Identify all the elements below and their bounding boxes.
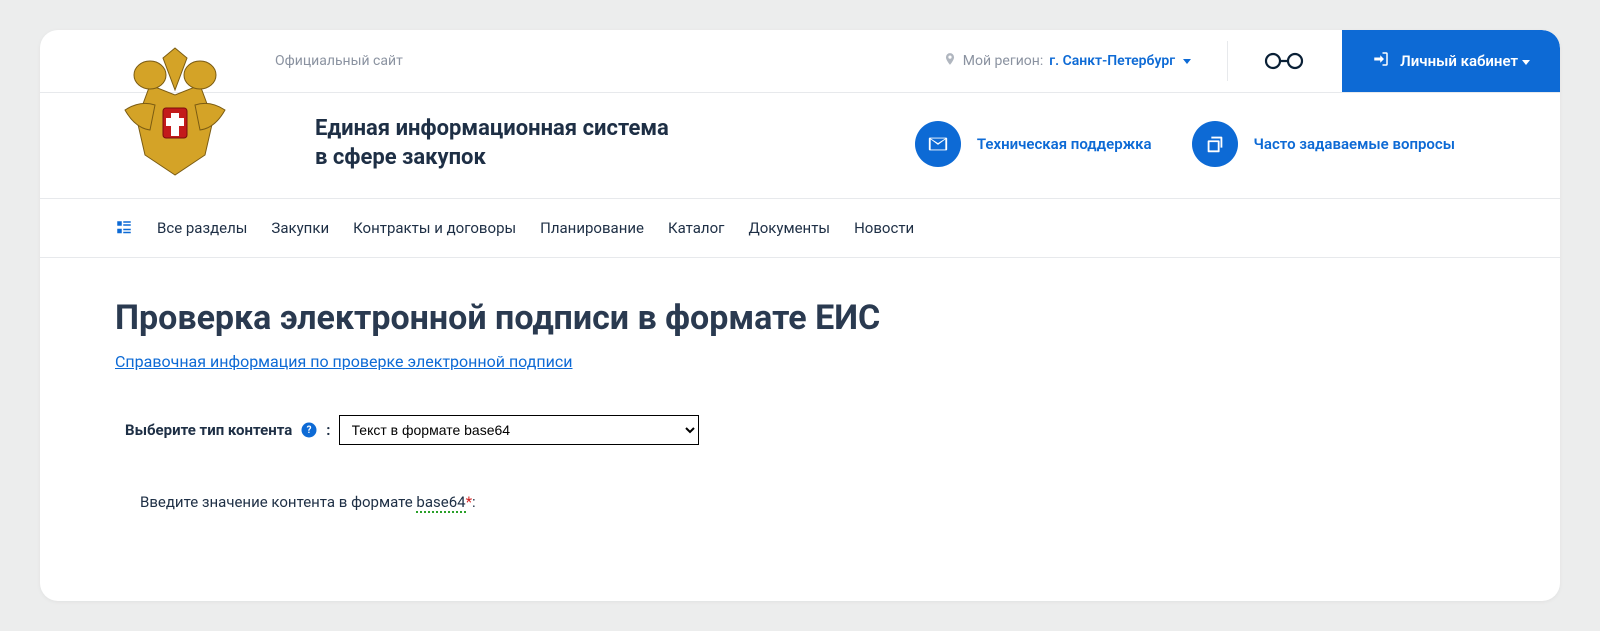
account-button[interactable]: Личный кабинет [1342, 30, 1560, 92]
official-site-label: Официальный сайт [275, 53, 403, 69]
main-nav: Все разделы Закупки Контракты и договоры… [40, 198, 1560, 258]
mail-icon [915, 121, 961, 167]
region-value: г. Санкт-Петербург [1049, 53, 1191, 69]
map-pin-icon [943, 52, 957, 70]
content-type-label: Выберите тип контента [125, 421, 292, 439]
state-emblem [115, 40, 275, 184]
nav-item[interactable]: Каталог [668, 219, 724, 237]
account-label: Личный кабинет [1400, 52, 1530, 70]
grid-list-icon [115, 219, 133, 237]
copy-icon [1192, 121, 1238, 167]
nav-item[interactable]: Новости [854, 219, 914, 237]
content-value-label: Введите значение контента в формате base… [115, 493, 1485, 511]
nav-all-sections[interactable]: Все разделы [157, 219, 247, 237]
faq-link[interactable]: Часто задаваемые вопросы [1192, 121, 1455, 167]
svg-text:?: ? [307, 425, 312, 436]
nav-item[interactable]: Контракты и договоры [353, 219, 516, 237]
login-icon [1372, 50, 1390, 72]
accessibility-glasses-icon[interactable] [1264, 52, 1304, 70]
nav-item[interactable]: Планирование [540, 219, 644, 237]
site-title: Единая информационная система в сфере за… [315, 115, 669, 172]
region-label: Мой регион: [963, 53, 1043, 69]
content-type-select[interactable]: Текст в формате base64 [339, 415, 699, 445]
nav-item[interactable]: Документы [748, 219, 830, 237]
vertical-divider [1227, 41, 1228, 81]
label-colon: : [326, 421, 330, 439]
help-info-icon[interactable]: ? [300, 421, 318, 439]
help-reference-link[interactable]: Справочная информация по проверке электр… [115, 352, 572, 371]
page-title: Проверка электронной подписи в формате Е… [115, 298, 1485, 338]
region-selector[interactable]: Мой регион: г. Санкт-Петербург [943, 52, 1191, 70]
nav-item[interactable]: Закупки [271, 219, 329, 237]
tech-support-link[interactable]: Техническая поддержка [915, 121, 1152, 167]
